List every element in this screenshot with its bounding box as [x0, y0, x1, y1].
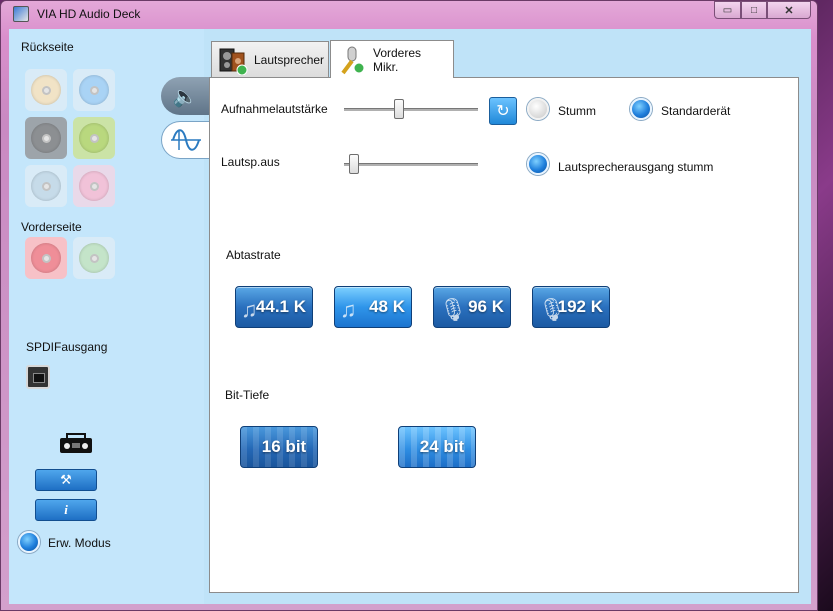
speaker-output-mute-label: Lautsprecherausgang stumm	[558, 160, 714, 174]
info-button[interactable]: i	[35, 499, 97, 521]
jack-hole	[41, 253, 51, 263]
reset-button[interactable]: ↻	[489, 97, 517, 125]
jack-pink-front[interactable]	[25, 237, 67, 279]
jack-disc	[79, 123, 109, 153]
app-icon	[13, 6, 29, 22]
window-title: VIA HD Audio Deck	[37, 7, 141, 21]
tab-speaker-label: Lautsprecher	[254, 52, 325, 67]
sample-rate-option-label: 44.1 K	[255, 297, 306, 316]
default-device-label: Standarderät	[661, 104, 731, 118]
microphone-side-tab[interactable]	[161, 121, 209, 159]
mute-label: Stumm	[558, 104, 597, 118]
tab-content-panel: Aufnahmelautstärke ↻ Stumm Standarderät …	[209, 77, 799, 593]
default-device-radio[interactable]	[630, 98, 652, 120]
sidebar: Rückseite Vorderseite 🔈 SPDIFausgang ⚒ i…	[9, 29, 209, 604]
spdif-label: SPDIFausgang	[26, 340, 108, 354]
speaker-volume-icon: 🔈	[172, 85, 198, 108]
wrench-icon: ⚒	[60, 472, 72, 487]
boombox-icon[interactable]	[57, 433, 95, 455]
jack-disc	[79, 75, 109, 105]
record-volume-label: Aufnahmelautstärke	[221, 102, 328, 116]
microphone-icon: 🎙	[439, 297, 467, 322]
jack-green-front[interactable]	[73, 237, 115, 279]
title-bar[interactable]: VIA HD Audio Deck ▭ □ ✕	[1, 1, 819, 29]
jack-beige[interactable]	[25, 69, 67, 111]
sample-rate-96k-button[interactable]: 🎙 96 K	[433, 286, 511, 328]
jack-disc	[79, 171, 109, 201]
maximize-button[interactable]: □	[741, 1, 767, 19]
front-panel-label: Vorderseite	[21, 220, 82, 234]
record-volume-slider[interactable]	[344, 98, 478, 122]
refresh-icon: ↻	[496, 103, 510, 120]
speaker-box-icon	[218, 45, 248, 75]
slider-thumb[interactable]	[349, 154, 359, 174]
sample-rate-label: Abtastrate	[226, 248, 281, 262]
back-panel-label: Rückseite	[21, 40, 74, 54]
minimize-button[interactable]: ▭	[714, 1, 741, 19]
speaker-off-slider[interactable]	[344, 153, 478, 177]
jack-hole	[41, 181, 51, 191]
jack-grey[interactable]	[25, 117, 67, 159]
client-area: Rückseite Vorderseite 🔈 SPDIFausgang ⚒ i…	[9, 29, 811, 604]
app-window: VIA HD Audio Deck ▭ □ ✕ Rückseite Vorder…	[0, 0, 818, 611]
jack-hole	[41, 133, 51, 143]
spdif-output-icon[interactable]	[26, 365, 50, 389]
jack-disc	[31, 75, 61, 105]
settings-tools-button[interactable]: ⚒	[35, 469, 97, 491]
jack-disc	[31, 123, 61, 153]
bit-depth-24-button[interactable]: 24 bit	[398, 426, 476, 468]
jack-disc	[79, 243, 109, 273]
jack-hole	[41, 85, 51, 95]
tab-front-microphone-label: Vorderes Mikr.	[373, 45, 422, 74]
bit-depth-16-button[interactable]: 16 bit	[240, 426, 318, 468]
advanced-mode-radio[interactable]	[18, 531, 40, 553]
sample-rate-192k-button[interactable]: 🎙 192 K	[532, 286, 610, 328]
speaker-off-label: Lautsp.aus	[221, 155, 280, 169]
slider-track	[344, 108, 478, 111]
sine-wave-icon	[170, 129, 201, 151]
jack-green[interactable]	[73, 117, 115, 159]
jack-hole	[89, 85, 99, 95]
jack-lightblue[interactable]	[25, 165, 67, 207]
mute-radio[interactable]	[527, 98, 549, 120]
jack-disc	[31, 243, 61, 273]
sample-rate-48k-button[interactable]: ♫ 48 K	[334, 286, 412, 328]
window-controls: ▭ □ ✕	[714, 1, 811, 19]
speaker-output-mute-radio[interactable]	[527, 153, 549, 175]
bit-depth-option-label: 24 bit	[419, 437, 465, 456]
music-note-icon: ♫	[340, 297, 357, 322]
sample-rate-option-label: 48 K	[369, 297, 405, 316]
speaker-side-tab[interactable]: 🔈	[161, 77, 209, 115]
close-button[interactable]: ✕	[767, 1, 811, 19]
jack-disc	[31, 171, 61, 201]
sample-rate-option-label: 96 K	[468, 297, 504, 316]
sample-rate-44-1k-button[interactable]: ♫ 44.1 K	[235, 286, 313, 328]
tab-speaker[interactable]: Lautsprecher	[211, 41, 329, 77]
jack-hole	[89, 253, 99, 263]
microphone-tab-icon	[337, 45, 367, 75]
slider-track	[344, 163, 478, 166]
jack-pink[interactable]	[73, 165, 115, 207]
sample-rate-option-label: 192 K	[557, 297, 603, 316]
info-icon: i	[64, 502, 68, 517]
bit-depth-label: Bit-Tiefe	[225, 388, 270, 402]
jack-hole	[89, 181, 99, 191]
advanced-mode-label: Erw. Modus	[48, 536, 111, 550]
jack-blue[interactable]	[73, 69, 115, 111]
tab-front-microphone[interactable]: Vorderes Mikr.	[330, 40, 454, 78]
bit-depth-option-label: 16 bit	[261, 437, 307, 456]
slider-thumb[interactable]	[394, 99, 404, 119]
jack-hole	[89, 133, 99, 143]
